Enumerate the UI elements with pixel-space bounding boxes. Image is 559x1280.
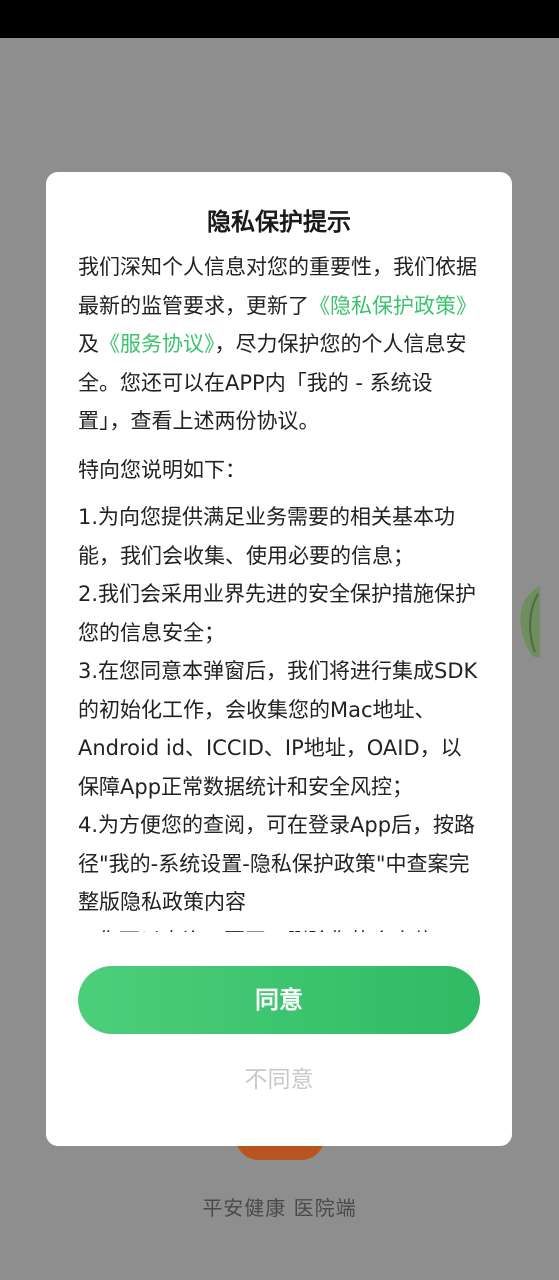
privacy-dialog: 隐私保护提示 我们深知个人信息对您的重要性，我们依据最新的监管要求，更新了《隐私… bbox=[46, 172, 512, 1146]
privacy-policy-link[interactable]: 《隐私保护政策》 bbox=[309, 294, 477, 318]
explanation-item-4: 4.为方便您的查阅，可在登录App后，按路径"我的-系统设置-隐私保护政策"中查… bbox=[78, 813, 476, 914]
explanation-heading: 特向您说明如下： bbox=[78, 457, 246, 482]
privacy-content[interactable]: 我们深知个人信息对您的重要性，我们依据最新的监管要求，更新了《隐私保护政策》及《… bbox=[78, 248, 482, 932]
brand-footer: 平安健康 医院端 bbox=[202, 1196, 357, 1220]
disagree-button[interactable]: 不同意 bbox=[46, 1060, 512, 1100]
service-agreement-link[interactable]: 《服务协议》 bbox=[99, 332, 215, 356]
intro-paragraph: 我们深知个人信息对您的重要性，我们依据最新的监管要求，更新了《隐私保护政策》及《… bbox=[78, 248, 482, 441]
leaf-decoration bbox=[520, 586, 540, 658]
conjunction-text: 及 bbox=[78, 332, 99, 356]
explanation-item-2: 2.我们会采用业界先进的安全保护措施保护您的信息安全； bbox=[78, 582, 477, 645]
status-bar bbox=[0, 0, 559, 38]
explanation-item-1: 1.为向您提供满足业务需要的相关基本功能，我们会收集、使用必要的信息； bbox=[78, 505, 456, 568]
dialog-title: 隐私保护提示 bbox=[207, 208, 351, 236]
explanation-item-3: 3.在您同意本弹窗后，我们将进行集成SDK的初始化工作，会收集您的Mac地址、A… bbox=[78, 659, 478, 799]
agree-button[interactable]: 同意 bbox=[78, 966, 480, 1034]
explanation-item-5: 5.您可以查询、更正、删除您的个人信 bbox=[78, 922, 482, 933]
